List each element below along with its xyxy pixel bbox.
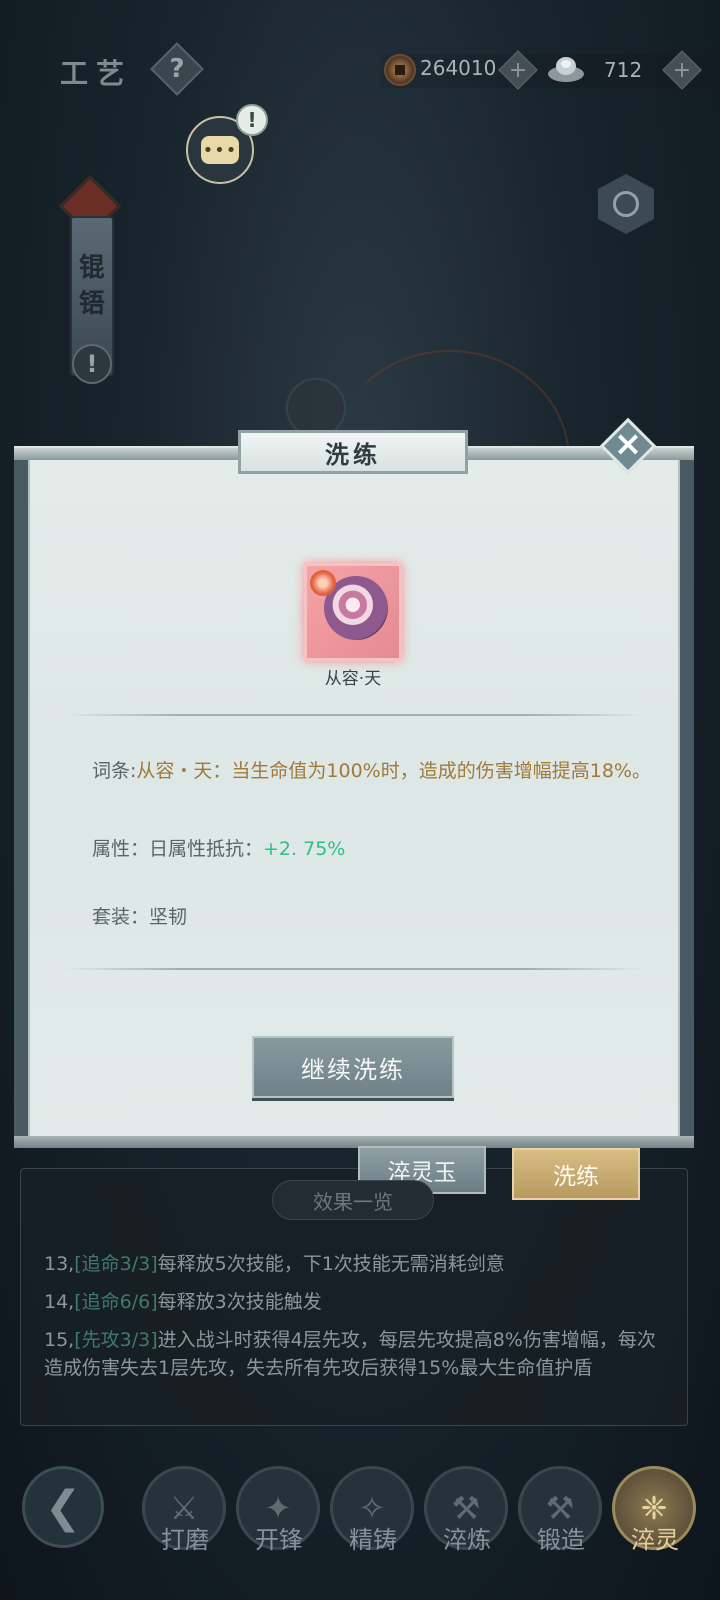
- tab-refine[interactable]: 洗练: [512, 1148, 640, 1200]
- continue-refine-button[interactable]: 继续洗练: [252, 1036, 454, 1098]
- effects-list: 13,[追命3/3]每释放5次技能，下1次技能无需消耗剑意 14,[追命6/6]…: [44, 1250, 664, 1392]
- side-banner-label: 锟铻: [78, 253, 105, 319]
- nav-item-sharpen[interactable]: ✦ 开锋: [236, 1466, 322, 1596]
- effect-tag: [追命3/3]: [74, 1253, 158, 1275]
- back-arrow-icon: ❮: [44, 1481, 82, 1533]
- silver-amount: 712: [604, 58, 643, 82]
- nav-label: 淬炼: [443, 1526, 491, 1554]
- affix-text: 从容・天：当生命值为100%时，造成的伤害增幅提高18%。: [136, 760, 651, 782]
- plus-icon[interactable]: +: [668, 56, 696, 84]
- scroll-rod-bottom: [14, 1136, 694, 1148]
- item-name: 从容·天: [324, 669, 382, 689]
- preview-eye-button[interactable]: [598, 174, 654, 234]
- list-item: 15,[先攻3/3]进入战斗时获得4层先攻，每层先攻提高8%伤害增幅，每次造成伤…: [44, 1326, 664, 1382]
- copper-amount: 264010: [420, 56, 497, 80]
- attribute-line: 属性：日属性抵抗：+2. 75%: [92, 834, 345, 861]
- back-button[interactable]: ❮: [22, 1466, 104, 1548]
- nav-label: 锻造: [537, 1526, 585, 1554]
- page-title: 工艺: [60, 57, 133, 90]
- nav-item-spirit-temper[interactable]: ❈ 淬灵: [612, 1466, 698, 1596]
- effect-number: 15,: [44, 1329, 75, 1351]
- divider: [64, 714, 644, 716]
- alert-icon[interactable]: !: [72, 344, 112, 384]
- effect-text: 每释放5次技能，下1次技能无需消耗剑意: [157, 1253, 505, 1275]
- sun-emblem-icon: [310, 570, 336, 596]
- nav-label: 精铸: [349, 1526, 397, 1554]
- help-icon[interactable]: ?: [158, 50, 196, 88]
- nav-label: 打磨: [161, 1526, 209, 1554]
- close-icon[interactable]: ×: [608, 424, 648, 464]
- attribute-value: +2. 75%: [263, 838, 346, 860]
- list-item: 14,[追命6/6]每释放3次技能触发: [44, 1288, 664, 1316]
- silver-ingot-icon: [548, 57, 584, 82]
- divider: [64, 968, 644, 970]
- effects-title: 效果一览: [272, 1180, 434, 1220]
- alert-icon: !: [236, 104, 268, 136]
- effect-number: 13,: [44, 1253, 75, 1275]
- effect-number: 14,: [44, 1291, 75, 1313]
- chat-bubble-icon: •••: [201, 136, 239, 164]
- eye-icon: [613, 191, 639, 217]
- attribute-label: 属性：日属性抵抗：: [92, 838, 264, 860]
- list-item: 13,[追命3/3]每释放5次技能，下1次技能无需消耗剑意: [44, 1250, 664, 1278]
- nav-item-forge[interactable]: ⚒ 锻造: [518, 1466, 604, 1596]
- nav-label: 淬灵: [631, 1526, 679, 1554]
- nav-item-grind[interactable]: ⚔ 打磨: [142, 1466, 228, 1596]
- effect-tag: [先攻3/3]: [74, 1329, 158, 1351]
- effect-text: 每释放3次技能触发: [157, 1291, 322, 1313]
- plus-icon[interactable]: +: [504, 56, 532, 84]
- coin-hole: [395, 65, 405, 75]
- nav-item-temper[interactable]: ⚒ 淬炼: [424, 1466, 510, 1596]
- nav-label: 开锋: [255, 1526, 303, 1554]
- nav-item-refine-cast[interactable]: ✧ 精铸: [330, 1466, 416, 1596]
- modal-title: 洗练: [325, 439, 381, 469]
- set-line: 套装：坚韧: [92, 906, 188, 928]
- affix-line: 词条:从容・天：当生命值为100%时，造成的伤害增幅提高18%。: [92, 758, 652, 784]
- effect-tag: [追命6/6]: [74, 1291, 158, 1313]
- modal-title-plate: 洗练: [238, 430, 468, 474]
- affix-label: 词条:: [92, 760, 137, 782]
